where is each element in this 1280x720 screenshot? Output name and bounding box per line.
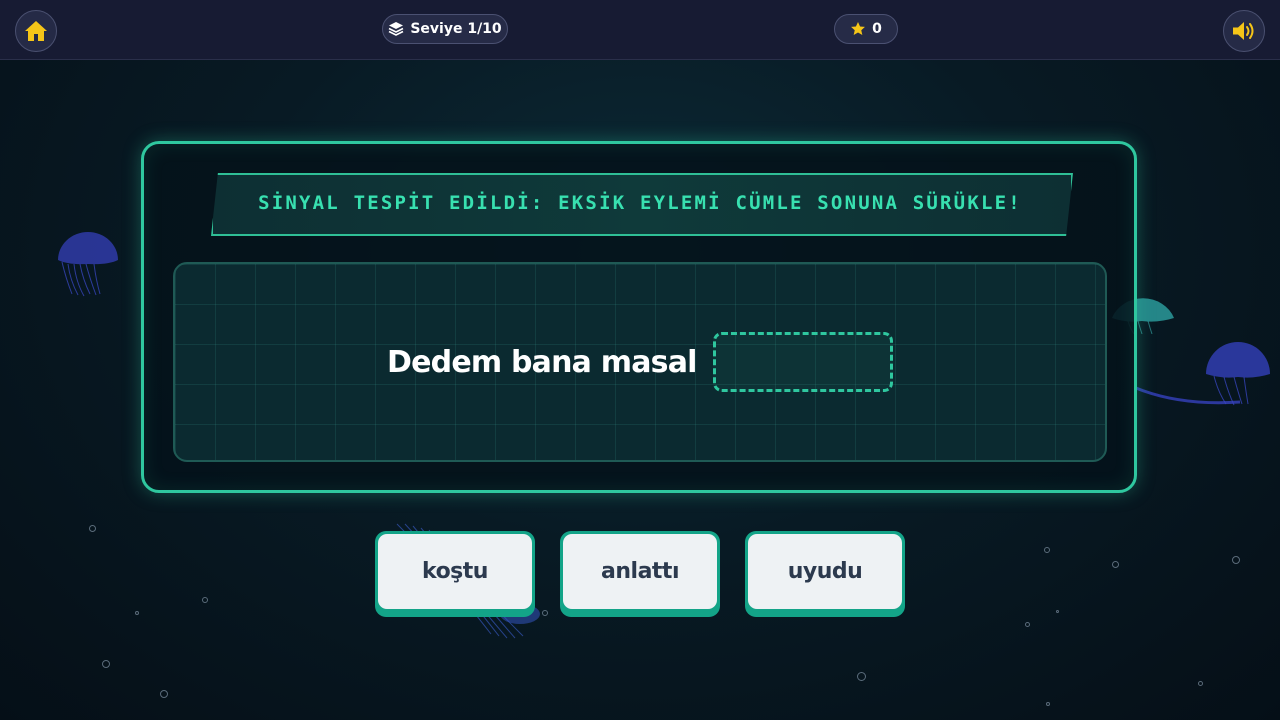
bubble [1198,681,1203,686]
bubble [202,597,208,603]
level-indicator: Seviye 1/10 [382,14,508,44]
home-icon [25,21,47,41]
star-icon [851,22,866,35]
score-value: 0 [872,21,882,37]
jellyfish-right-blue [1135,342,1270,406]
bubble [1025,622,1030,627]
instruction-text: SİNYAL TESPİT EDİLDİ: EKSİK EYLEMİ CÜMLE… [258,191,1022,214]
sound-toggle-button[interactable] [1223,10,1265,52]
verb-drop-zone[interactable] [713,332,893,392]
volume-icon [1233,22,1254,40]
score-indicator: 0 [834,14,898,44]
layers-icon [388,22,404,36]
bubble [89,525,96,532]
bubble [135,611,139,615]
jellyfish-left [58,232,118,297]
bubble [1056,610,1059,613]
sentence-text: Dedem bana masal [387,345,697,380]
word-card-label: uyudu [748,534,902,609]
word-card-label: anlattı [563,534,717,609]
bubble [1044,547,1050,553]
word-card-uyudu[interactable]: uyudu [745,531,905,617]
bubble [1112,561,1119,568]
bubble [857,672,866,681]
bubble [1046,702,1050,706]
bubble [160,690,168,698]
bubble [1232,556,1240,564]
word-card-anlatti[interactable]: anlattı [560,531,720,617]
instruction-banner: SİNYAL TESPİT EDİLDİ: EKSİK EYLEMİ CÜMLE… [211,173,1073,236]
bubble [102,660,110,668]
top-bar: Seviye 1/10 0 [0,0,1280,60]
home-button[interactable] [15,10,57,52]
level-label: Seviye 1/10 [410,21,502,37]
word-card-kostu[interactable]: koştu [375,531,535,617]
word-card-label: koştu [378,534,532,609]
bubble [542,610,548,616]
